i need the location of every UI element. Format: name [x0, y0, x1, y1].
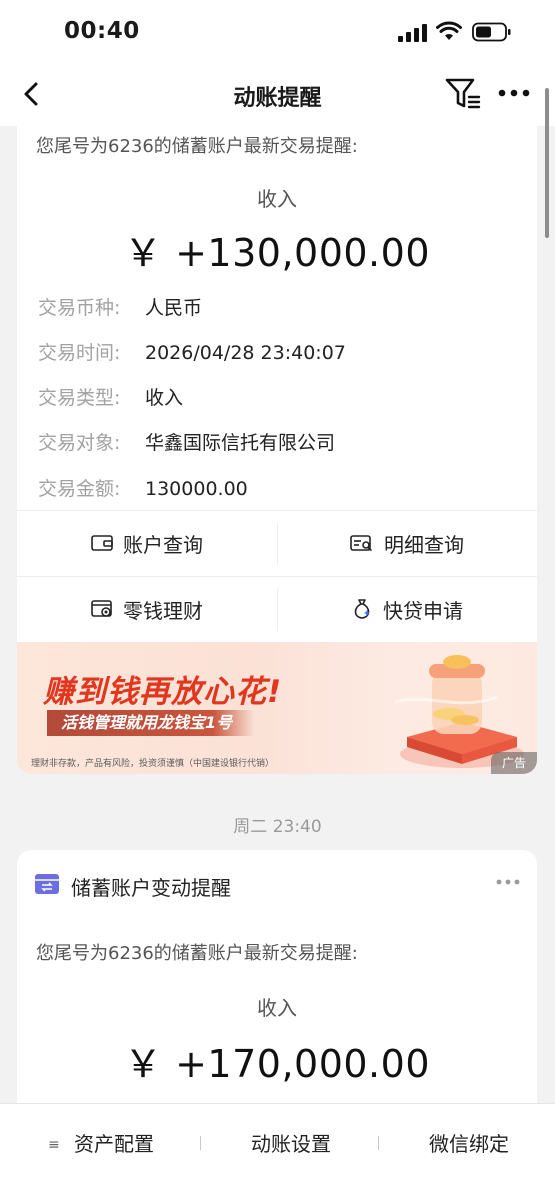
action-label: 明细查询 [384, 532, 464, 557]
scrollbar[interactable] [545, 88, 549, 238]
tab-notification-settings[interactable]: 动账设置 [251, 1128, 331, 1157]
detail-label: 交易金额: [38, 478, 121, 500]
detail-label: 交易对象: [38, 432, 121, 454]
detail-row-amount: 交易金额: 130000.00 [38, 474, 248, 501]
detail-row-currency: 交易币种: 人民币 [38, 293, 202, 320]
transaction-card: 储蓄账户变动提醒 您尾号为6236的储蓄账户最新交易提醒: 收入 ￥ +170,… [17, 850, 537, 1110]
timestamp-divider: 周二 23:40 [233, 817, 322, 837]
account-query-button[interactable]: 账户查询 [17, 511, 277, 575]
loan-bag-icon [354, 599, 370, 619]
nav-bar: 动账提醒 [0, 64, 555, 126]
battery-icon [472, 22, 511, 42]
transaction-card: 您尾号为6236的储蓄账户最新交易提醒: 收入 ￥ +130,000.00 交易… [17, 126, 537, 774]
loan-apply-button[interactable]: 快贷申请 [277, 577, 537, 641]
detail-label: 交易币种: [38, 297, 121, 319]
tab-asset-allocation[interactable]: ≡ 资产配置 [48, 1128, 154, 1157]
banner-fine-print: 理财非存款，产品有风险，投资须谨慎（中国建设银行代销） [31, 759, 275, 769]
status-bar: 00:40 [0, 0, 555, 64]
detail-search-icon [350, 535, 373, 552]
detail-label: 交易时间: [38, 342, 121, 364]
wifi-icon [436, 21, 462, 40]
detail-row-time: 交易时间: 2026/04/28 23:40:07 [38, 338, 346, 365]
more-dots-icon[interactable] [496, 78, 532, 108]
finance-button[interactable]: 零钱理财 [17, 577, 277, 641]
tab-label: 微信绑定 [429, 1132, 509, 1156]
detail-value: 130000.00 [145, 478, 248, 500]
tab-label: 资产配置 [74, 1132, 154, 1156]
menu-icon: ≡ [48, 1137, 60, 1153]
bottom-tab-bar: ≡ 资产配置 动账设置 微信绑定 [0, 1103, 555, 1200]
transaction-amount: ￥ +130,000.00 [124, 231, 430, 275]
detail-label: 交易类型: [38, 387, 121, 409]
detail-value: 人民币 [145, 297, 203, 319]
detail-row-counterparty: 交易对象: 华鑫国际信托有限公司 [38, 428, 335, 455]
finance-icon [91, 600, 112, 617]
ad-label: 广告 [491, 752, 537, 774]
savings-card-icon [35, 874, 59, 894]
transaction-intro: 您尾号为6236的储蓄账户最新交易提醒: [36, 943, 358, 964]
filter-icon[interactable] [444, 76, 482, 112]
divider [378, 1136, 379, 1150]
detail-row-type: 交易类型: 收入 [38, 383, 183, 410]
banner-tagline: 活钱管理就用龙钱宝1号 [47, 710, 255, 736]
cellular-signal-icon [398, 24, 427, 42]
detail-value: 华鑫国际信托有限公司 [145, 432, 336, 454]
tab-label: 动账设置 [251, 1132, 331, 1156]
action-label: 零钱理财 [123, 598, 203, 623]
divider [200, 1136, 201, 1150]
wallet-icon [91, 535, 113, 551]
detail-value: 收入 [145, 387, 184, 409]
status-time: 00:40 [64, 18, 140, 44]
more-dots-icon[interactable] [495, 878, 521, 886]
transaction-kind: 收入 [257, 187, 297, 211]
transaction-intro: 您尾号为6236的储蓄账户最新交易提醒: [36, 136, 358, 157]
action-label: 快贷申请 [383, 598, 463, 623]
detail-query-button[interactable]: 明细查询 [277, 511, 537, 575]
banner-headline: 赚到钱再放心花! [43, 674, 283, 710]
transaction-kind: 收入 [257, 996, 297, 1020]
action-grid: 账户查询 明细查询 零钱理财 快贷申请 [17, 510, 537, 642]
promo-banner[interactable]: 赚到钱再放心花! 活钱管理就用龙钱宝1号 理财非存款，产品有风险，投资须谨慎（中… [17, 642, 537, 774]
action-label: 账户查询 [123, 532, 203, 557]
card-title: 储蓄账户变动提醒 [71, 876, 231, 900]
transaction-amount: ￥ +170,000.00 [124, 1042, 430, 1086]
detail-value: 2026/04/28 23:40:07 [145, 342, 346, 364]
tab-wechat-binding[interactable]: 微信绑定 [429, 1128, 509, 1157]
